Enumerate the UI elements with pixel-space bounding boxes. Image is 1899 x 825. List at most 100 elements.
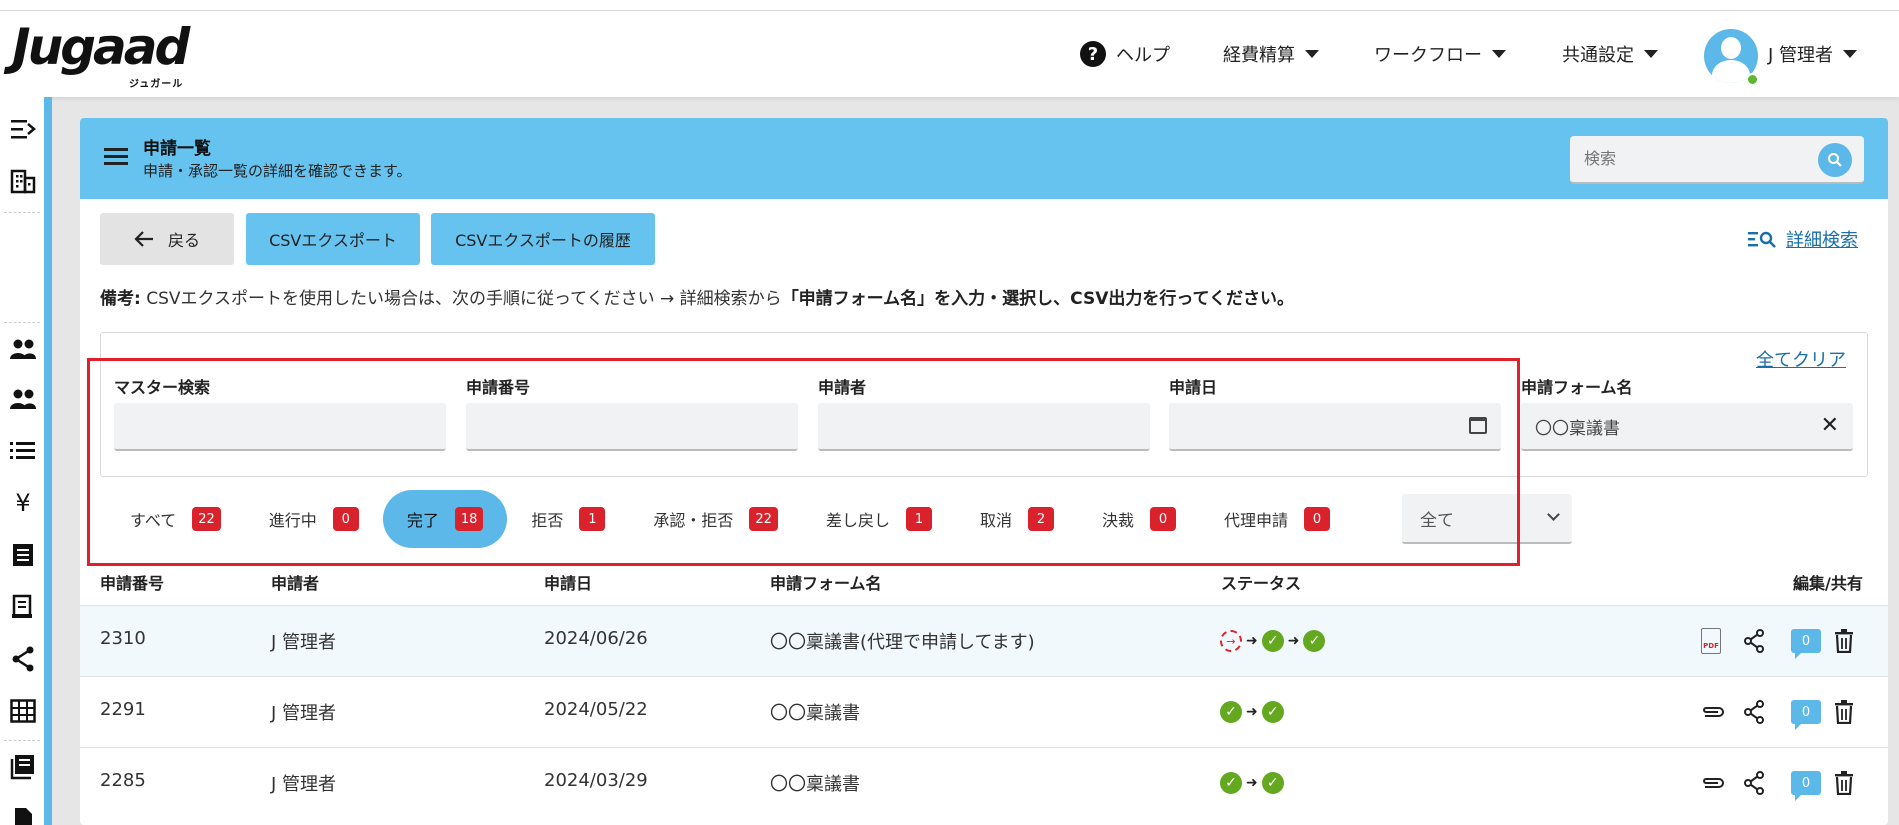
list-icon xyxy=(104,148,128,166)
caret-down-icon xyxy=(1644,50,1658,58)
trash-icon[interactable] xyxy=(1832,766,1856,800)
expense-menu[interactable]: 経費精算 xyxy=(1223,11,1319,97)
col-header-form[interactable]: 申請フォーム名 xyxy=(770,570,882,594)
share-icon[interactable] xyxy=(1740,766,1768,800)
paperclip-icon[interactable] xyxy=(1698,766,1728,800)
col-header-no[interactable]: 申請番号 xyxy=(100,570,164,594)
building-icon[interactable] xyxy=(8,167,38,195)
user-menu[interactable]: J 管理者 xyxy=(1768,11,1858,97)
csv-export-button[interactable]: CSVエクスポート xyxy=(246,213,420,265)
col-header-edit: 編集/共有 xyxy=(1793,574,1863,593)
advanced-search-link[interactable]: 詳細検索 xyxy=(1748,226,1858,252)
search-icon[interactable] xyxy=(1818,143,1852,177)
comment-icon[interactable]: 0 xyxy=(1790,624,1822,659)
cell-form: 〇〇稟議書 xyxy=(770,774,860,795)
panel-header: 申請一覧 申請・承認一覧の詳細を確認できます。 xyxy=(80,118,1888,199)
top-edge xyxy=(0,0,1899,11)
arrow-right-icon: ➜ xyxy=(1246,633,1258,649)
comment-icon[interactable]: 0 xyxy=(1790,766,1822,801)
note-label: 備考: xyxy=(100,289,141,309)
note-text: 備考: CSVエクスポートを使用したい場合は、次の手順に従ってください → 詳細… xyxy=(100,284,1294,309)
form-name-label: 申請フォーム名 xyxy=(1521,378,1633,397)
clear-icon[interactable]: ✕ xyxy=(1821,413,1839,438)
row-actions: PDF 0 xyxy=(1698,624,1858,659)
col-header-date[interactable]: 申請日 xyxy=(544,570,592,594)
trash-icon[interactable] xyxy=(1832,695,1856,729)
avatar-body-icon xyxy=(1712,60,1750,83)
check-icon: ✓ xyxy=(1220,701,1242,723)
col-header-applicant[interactable]: 申請者 xyxy=(271,570,319,594)
pdf-icon[interactable]: PDF xyxy=(1698,624,1724,658)
sidebar-divider xyxy=(4,740,40,741)
back-label: 戻る xyxy=(167,231,200,250)
page-title: 申請一覧 xyxy=(143,139,211,159)
table-row[interactable]: 2285 J 管理者 2024/03/29 〇〇稟議書 ✓ ➜ ✓ 0 xyxy=(80,747,1888,818)
workflow-menu[interactable]: ワークフロー xyxy=(1374,11,1506,97)
help-label: ヘルプ xyxy=(1116,45,1170,66)
clear-all-link[interactable]: 全てクリア xyxy=(1756,346,1846,372)
table-row[interactable]: 2310 J 管理者 2024/06/26 〇〇稟議書(代理で申請してます) →… xyxy=(80,605,1888,676)
user-group-icon[interactable] xyxy=(8,385,38,413)
trash-icon[interactable] xyxy=(1832,624,1856,658)
share-icon[interactable] xyxy=(8,645,38,673)
caret-down-icon xyxy=(1305,50,1319,58)
check-icon: ✓ xyxy=(1261,701,1284,723)
cell-applicant: J 管理者 xyxy=(271,703,337,724)
table-row[interactable]: 2291 J 管理者 2024/05/22 〇〇稟議書 ✓ ➜ ✓ 0 xyxy=(80,676,1888,747)
caret-down-icon xyxy=(1492,50,1506,58)
receipt-icon[interactable] xyxy=(8,541,38,569)
menu-expand-icon[interactable] xyxy=(8,115,38,143)
document-icon[interactable] xyxy=(8,593,38,621)
status-flow: ✓ ➜ ✓ xyxy=(1220,701,1284,723)
cell-no: 2291 xyxy=(100,699,146,720)
users-icon[interactable] xyxy=(8,335,38,363)
arrow-right-icon: ➜ xyxy=(1246,704,1258,720)
csv-history-button[interactable]: CSVエクスポートの履歴 xyxy=(431,213,655,265)
filter-search-icon xyxy=(1748,231,1776,248)
online-status-icon xyxy=(1746,73,1759,86)
pending-status-icon: → xyxy=(1220,630,1242,652)
cell-date: 2024/03/29 xyxy=(544,770,648,791)
cell-applicant: J 管理者 xyxy=(271,632,337,653)
logo-kana: ジュガール xyxy=(128,79,184,90)
chevron-down-icon xyxy=(1547,508,1560,521)
check-icon: ✓ xyxy=(1220,772,1242,794)
check-icon: ✓ xyxy=(1261,630,1284,652)
share-icon[interactable] xyxy=(1740,624,1768,658)
note-bold: 「申請フォーム名」を入力・選択し、CSV出力を行ってください。 xyxy=(781,289,1295,309)
list-icon[interactable] xyxy=(8,437,38,465)
form-name-input[interactable] xyxy=(1521,403,1853,449)
yen-icon[interactable]: ¥ xyxy=(8,489,38,517)
page-subtitle: 申請・承認一覧の詳細を確認できます。 xyxy=(143,162,412,180)
search-input[interactable] xyxy=(1570,136,1810,180)
sidebar: ¥ xyxy=(0,97,44,825)
sidebar-accent-strip xyxy=(44,97,52,825)
arrow-right-icon: ➜ xyxy=(1287,633,1300,649)
highlight-annotation-box xyxy=(87,358,1520,566)
grid-icon[interactable] xyxy=(8,697,38,725)
check-icon: ✓ xyxy=(1303,630,1326,652)
back-button[interactable]: 戻る xyxy=(100,213,234,265)
share-icon[interactable] xyxy=(1740,695,1768,729)
common-settings-menu[interactable]: 共通設定 xyxy=(1562,11,1658,97)
comment-count: 0 xyxy=(1791,700,1821,730)
paperclip-icon[interactable] xyxy=(1698,695,1728,729)
status-flow: → ➜ ✓ ➜ ✓ xyxy=(1220,630,1326,652)
logo[interactable]: Jugaad ジュガール xyxy=(12,18,190,90)
row-actions: 0 xyxy=(1698,766,1858,801)
help-link[interactable]: ? ヘルプ xyxy=(1080,11,1170,97)
check-icon: ✓ xyxy=(1261,772,1284,794)
cell-no: 2310 xyxy=(100,628,146,649)
row-actions: 0 xyxy=(1698,695,1858,730)
common-settings-label: 共通設定 xyxy=(1562,45,1634,66)
file-icon[interactable] xyxy=(8,803,38,825)
comment-icon[interactable]: 0 xyxy=(1790,695,1822,730)
logo-text: Jugaad xyxy=(12,18,190,76)
book-icon[interactable] xyxy=(8,753,38,781)
cell-date: 2024/06/26 xyxy=(544,628,648,649)
col-header-status[interactable]: ステータス xyxy=(1221,570,1301,594)
note-body: CSVエクスポートを使用したい場合は、次の手順に従ってください → 詳細検索から xyxy=(140,289,782,309)
comment-count: 0 xyxy=(1791,629,1821,659)
sidebar-divider xyxy=(4,212,40,213)
comment-count: 0 xyxy=(1791,771,1821,801)
